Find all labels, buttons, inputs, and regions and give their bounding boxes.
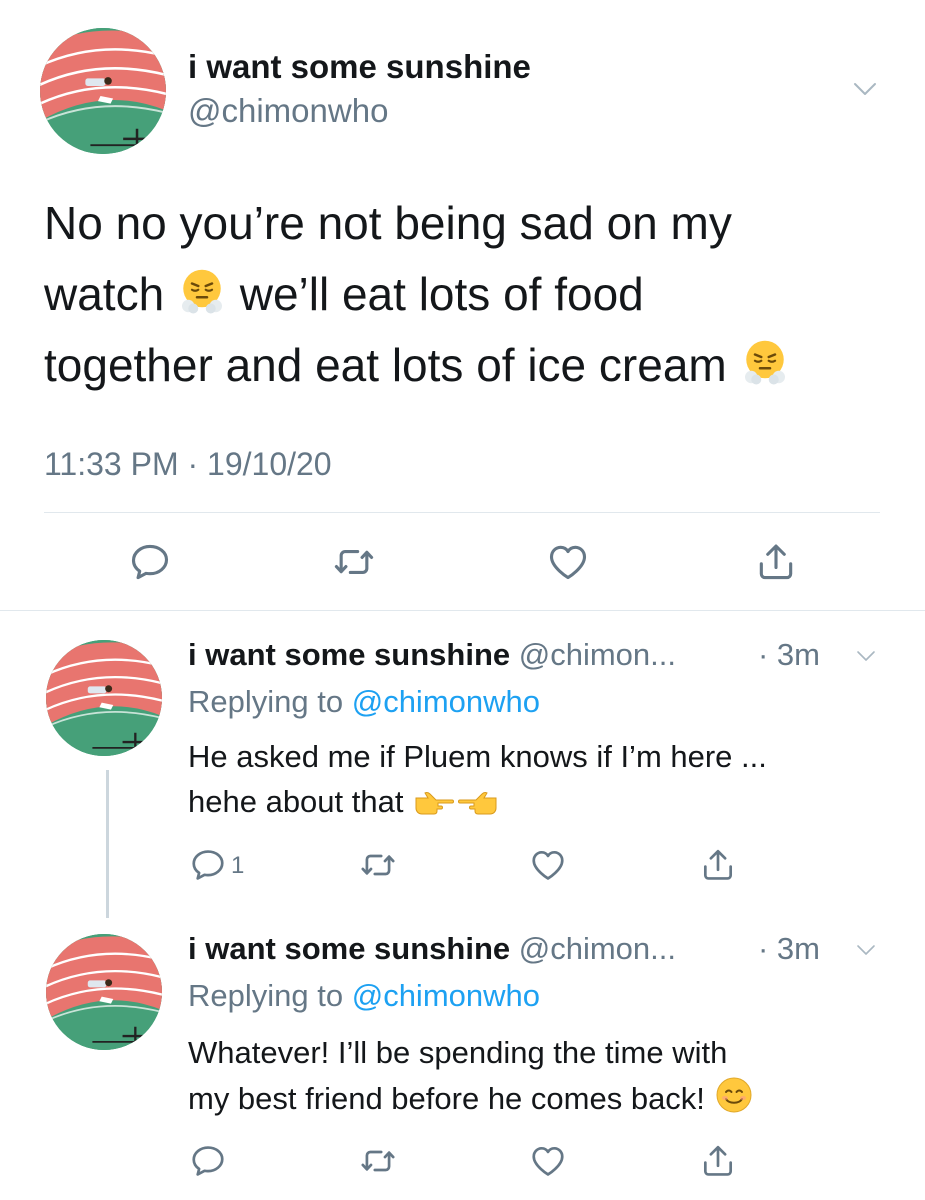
pointing-right-emoji-icon xyxy=(412,788,456,818)
retweet-icon[interactable] xyxy=(358,846,398,884)
reply-header[interactable]: i want some sunshine @chimon... xyxy=(188,637,676,673)
avatar-image xyxy=(40,28,166,154)
display-name[interactable]: i want some sunshine xyxy=(188,637,510,672)
tweet-text-line: watch xyxy=(44,268,165,320)
tweet-text: No no you’re not being sad on my watch w… xyxy=(44,188,904,401)
reply-count: 1 xyxy=(231,852,245,879)
tweet-time: · 3m xyxy=(758,637,820,672)
tweet-text-line: No no you’re not being sad on my xyxy=(44,197,732,249)
replying-to-link[interactable]: @chimonwho xyxy=(352,684,540,719)
avatar[interactable] xyxy=(46,934,162,1050)
replying-to-link[interactable]: @chimonwho xyxy=(352,978,540,1013)
like-icon[interactable] xyxy=(528,846,568,884)
chevron-down-icon[interactable] xyxy=(852,644,880,668)
smiling-face-emoji-icon xyxy=(714,1075,754,1115)
reply-icon[interactable] xyxy=(188,1142,228,1180)
user-handle[interactable]: @chimonwho xyxy=(188,92,388,130)
tweet-text: Whatever! I’ll be spending the time with… xyxy=(188,1030,888,1121)
tweet-time: · 3m xyxy=(758,931,820,966)
share-icon[interactable] xyxy=(698,846,738,884)
share-icon[interactable] xyxy=(698,1142,738,1180)
avatar[interactable] xyxy=(46,640,162,756)
like-icon[interactable] xyxy=(528,1142,568,1180)
replying-to-label: Replying to xyxy=(188,684,344,719)
tweet-text-line: Whatever! I’ll be spending the time with xyxy=(188,1035,728,1070)
avatar-image xyxy=(46,934,162,1050)
steam-face-emoji-icon xyxy=(740,337,790,387)
tweet-text-line: together and eat lots of ice cream xyxy=(44,339,727,391)
display-name[interactable]: i want some sunshine xyxy=(188,48,531,86)
share-icon[interactable] xyxy=(752,540,800,584)
replying-to-label: Replying to xyxy=(188,978,344,1013)
tweet-text-line: my best friend before he comes back! xyxy=(188,1081,705,1116)
tweet-thread: i want some sunshine @chimonwho No no yo… xyxy=(0,0,925,1200)
thread-connector xyxy=(106,770,109,918)
user-handle: @chimon... xyxy=(518,637,676,672)
divider xyxy=(44,512,880,513)
like-icon[interactable] xyxy=(544,540,592,584)
reply-icon[interactable] xyxy=(126,540,174,584)
chevron-down-icon[interactable] xyxy=(852,938,880,962)
retweet-icon[interactable] xyxy=(358,1142,398,1180)
chevron-down-icon[interactable] xyxy=(848,74,882,104)
display-name[interactable]: i want some sunshine xyxy=(188,931,510,966)
avatar[interactable] xyxy=(40,28,166,154)
tweet-timestamp[interactable]: 11:33 PM · 19/10/20 xyxy=(44,446,332,483)
tweet-text-line: we’ll eat lots of food xyxy=(239,268,644,320)
reply-icon[interactable] xyxy=(188,846,228,884)
replying-to: Replying to @chimonwho xyxy=(188,978,540,1014)
pointing-left-emoji-icon xyxy=(456,788,500,818)
tweet-text-line: hehe about that xyxy=(188,784,404,819)
user-handle: @chimon... xyxy=(518,931,676,966)
avatar-image xyxy=(46,640,162,756)
reply-header[interactable]: i want some sunshine @chimon... xyxy=(188,931,676,967)
retweet-icon[interactable] xyxy=(330,540,378,584)
tweet-text-line: He asked me if Pluem knows if I’m here .… xyxy=(188,739,767,774)
replying-to: Replying to @chimonwho xyxy=(188,684,540,720)
steam-face-emoji-icon xyxy=(177,266,227,316)
divider xyxy=(0,610,925,611)
tweet-text: He asked me if Pluem knows if I’m here .… xyxy=(188,734,888,824)
